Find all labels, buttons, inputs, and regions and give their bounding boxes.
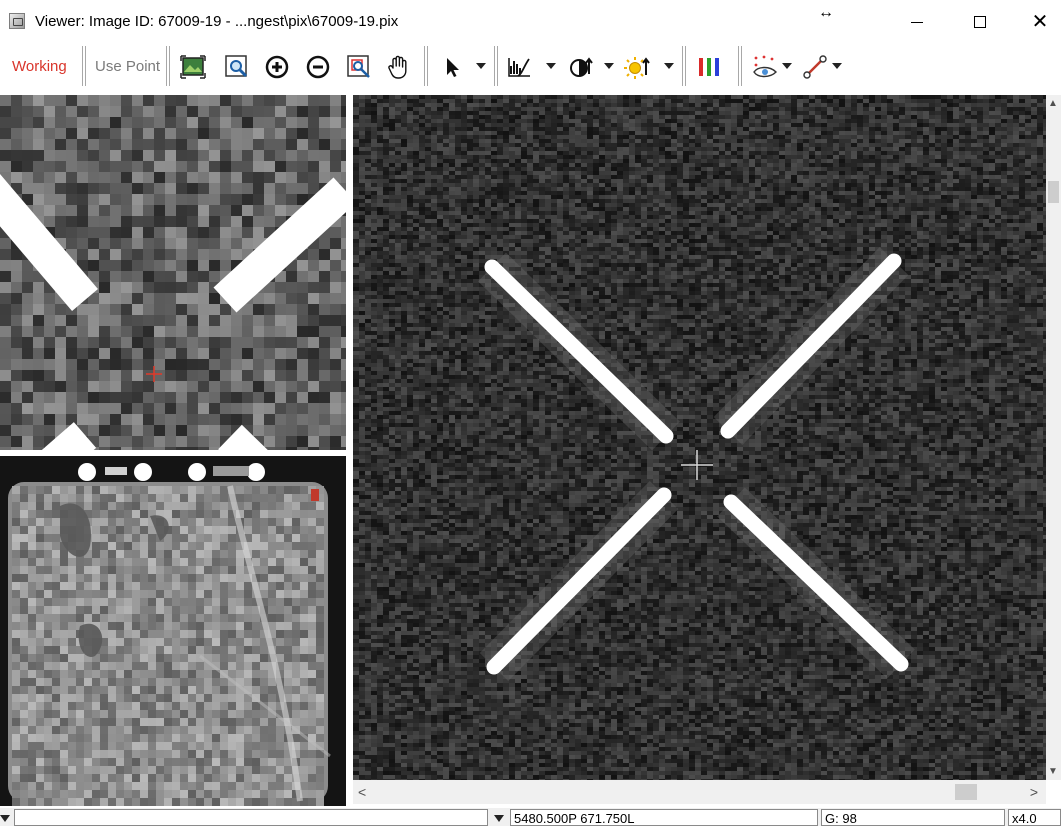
chevron-down-icon[interactable]: [664, 63, 674, 69]
pointer-icon[interactable]: [440, 54, 466, 80]
scroll-left-icon[interactable]: <: [358, 784, 366, 800]
zoom-box-icon[interactable]: [346, 54, 372, 80]
status-bar: 5480.500P 671.750L G: 98 x4.0: [0, 808, 1061, 826]
chevron-down-icon[interactable]: [476, 63, 486, 69]
close-icon: ✕: [1032, 12, 1049, 32]
toolbar-separator: [738, 46, 742, 86]
histogram-icon[interactable]: [506, 54, 532, 80]
chevron-down-icon[interactable]: [494, 815, 504, 822]
chevron-down-icon[interactable]: [0, 815, 10, 822]
chevron-down-icon[interactable]: [546, 63, 556, 69]
scroll-right-icon[interactable]: >: [1030, 784, 1038, 800]
toolbar-separator: [494, 46, 498, 86]
zoom-pane[interactable]: [0, 95, 346, 450]
vertical-scroll-thumb[interactable]: [1048, 181, 1059, 203]
chevron-down-icon[interactable]: [832, 63, 842, 69]
minimize-icon: [911, 21, 923, 23]
minimize-button[interactable]: [894, 0, 940, 44]
gray-value-readout: G: 98: [821, 809, 1005, 826]
title-bar: Viewer: Image ID: 67009-19 - ...ngest\pi…: [0, 0, 1061, 44]
overview-image[interactable]: [0, 456, 346, 806]
zoom-level-readout: x4.0: [1008, 809, 1061, 826]
working-mode-button[interactable]: Working: [12, 58, 67, 75]
pan-hand-icon[interactable]: [386, 54, 412, 80]
brightness-icon[interactable]: [624, 54, 650, 80]
chevron-down-icon[interactable]: [782, 63, 792, 69]
maximize-icon: [974, 16, 986, 28]
fit-image-icon[interactable]: [180, 54, 206, 80]
toolbar: Working Use Point: [0, 44, 1061, 90]
main-image[interactable]: [353, 95, 1046, 780]
overview-pane[interactable]: [0, 456, 346, 806]
app-icon: [9, 13, 25, 29]
resize-icon[interactable]: ↔: [818, 4, 834, 22]
horizontal-scrollbar[interactable]: < >: [353, 780, 1046, 804]
chevron-down-icon[interactable]: [604, 63, 614, 69]
close-button[interactable]: ✕: [1017, 0, 1061, 44]
toolbar-separator: [82, 46, 86, 86]
measure-line-icon[interactable]: [802, 54, 828, 80]
overlay-eye-icon[interactable]: [752, 54, 778, 80]
horizontal-scroll-thumb[interactable]: [955, 784, 977, 800]
zoom-in-icon[interactable]: [264, 54, 290, 80]
toolbar-separator: [424, 46, 428, 86]
status-message-field: [14, 809, 488, 826]
toolbar-separator: [682, 46, 686, 86]
scroll-down-icon[interactable]: ▼: [1048, 766, 1058, 777]
contrast-icon[interactable]: [568, 54, 594, 80]
scroll-up-icon[interactable]: ▲: [1048, 98, 1058, 109]
coordinate-readout: 5480.500P 671.750L: [510, 809, 818, 826]
zoom-out-icon[interactable]: [305, 54, 331, 80]
toolbar-separator: [166, 46, 170, 86]
use-point-button[interactable]: Use Point: [95, 58, 160, 75]
window-title: Viewer: Image ID: 67009-19 - ...ngest\pi…: [35, 13, 398, 30]
maximize-button[interactable]: [957, 0, 1003, 44]
main-image-pane[interactable]: [353, 95, 1046, 780]
rgb-channels-icon[interactable]: [696, 54, 722, 80]
zoom-window-icon[interactable]: [224, 54, 250, 80]
zoom-image[interactable]: [0, 95, 346, 450]
vertical-scrollbar[interactable]: ▲ ▼: [1046, 95, 1061, 780]
